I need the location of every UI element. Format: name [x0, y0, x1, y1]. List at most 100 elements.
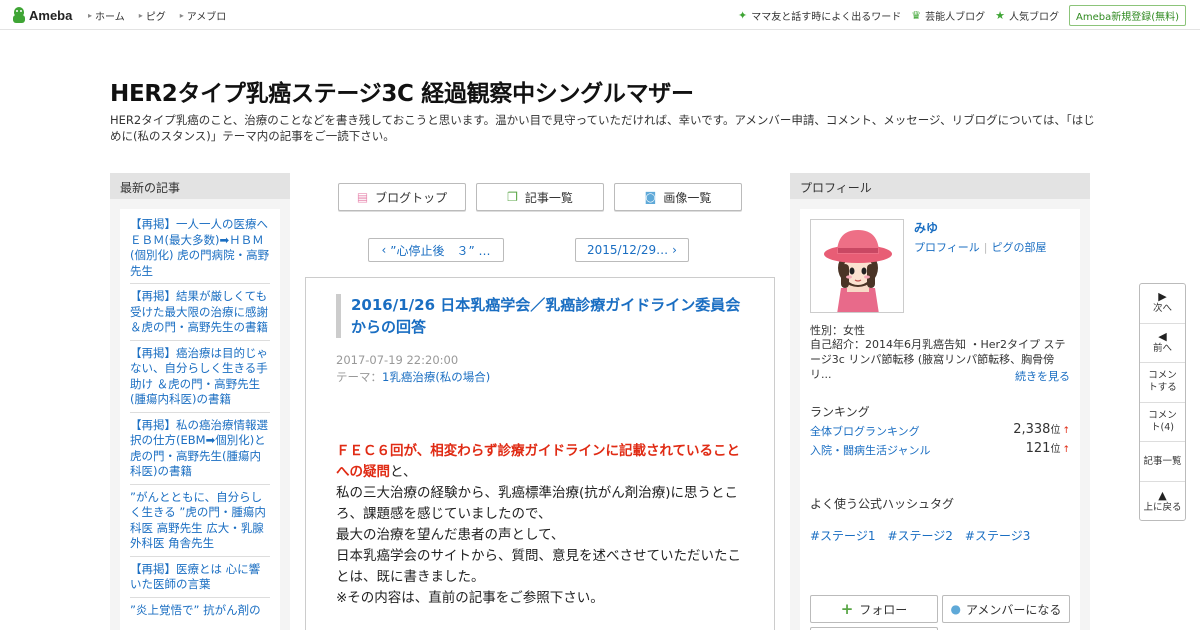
next-button[interactable]: ▶ 次へ [1140, 284, 1185, 324]
article: 2016/1/26 日本乳癌学会／乳癌診療ガイドライン委員会からの回答 2017… [305, 277, 775, 630]
sparkle-icon: ✦ [738, 9, 748, 22]
chat-bubble-icon: ● [950, 602, 962, 616]
article-list-label: 記事一覧 [1143, 455, 1182, 467]
follow-button[interactable]: + フォロー [810, 595, 938, 623]
document-icon: ▤ [356, 190, 369, 204]
recent-posts-panel: 最新の記事 【再掲】一人一人の医療へ ＥＢＭ(最大多数)➡ＨＢＭ(個別化) 虎の… [110, 173, 290, 630]
hashtag-link[interactable]: #ステージ2 [887, 527, 952, 544]
article-paragraph: 日本乳癌学会のサイトから、質問、意見を述べさせていただいたことは、既に書きました… [336, 548, 741, 585]
ranking-unit: 位 [1050, 444, 1061, 455]
hashtag-link[interactable]: #ステージ3 [965, 527, 1030, 544]
next-article-button[interactable]: 2015/12/29… › [575, 238, 689, 262]
floating-nav: ▶ 次へ ◀ 前へ コメントする コメント(4) 記事一覧 ▲ 上に戻る [1139, 283, 1186, 521]
tab-article-list-label: 記事一覧 [524, 190, 573, 205]
chevron-right-icon: › [672, 243, 677, 257]
comment-button[interactable]: コメントする [1140, 363, 1185, 403]
crown-icon: ♛ [911, 9, 922, 22]
plus-icon: + [840, 600, 854, 618]
ranking-row: 入院・闘病生活ジャンル 121位 ↑ [810, 440, 1070, 458]
chevron-left-icon: ‹ [381, 243, 387, 257]
recent-post-link[interactable]: 【再掲】結果が厳しくても受けた最大限の治療に感謝 ＆虎の門・高野先生の書籍 [130, 287, 270, 341]
prev-label: 前へ [1152, 342, 1172, 354]
recent-post-link[interactable]: 【再掲】一人一人の医療へ ＥＢＭ(最大多数)➡ＨＢＭ(個別化) 虎の門病院・高野… [130, 215, 270, 284]
copy-icon: ❐ [507, 190, 518, 204]
blog-description: HER2タイプ乳癌のこと、治療のことなどを書き残しておこうと思います。温かい目で… [110, 113, 1095, 143]
article-list-button[interactable]: 記事一覧 [1140, 442, 1185, 482]
prev-article-button[interactable]: ‹ ”心停止後 ３” … [368, 238, 504, 262]
ranking-number: 121 [1025, 441, 1051, 456]
next-article-label: 2015/12/29… [587, 243, 669, 257]
ranking-heading: ランキング [810, 405, 870, 419]
article-theme-link[interactable]: 1乳癌治療(私の場合) [382, 370, 490, 384]
nav-ameblo[interactable]: アメブロ [180, 8, 227, 23]
blog-tabs: ▤ ブログトップ ❐ 記事一覧 ◙ 画像一覧 [338, 183, 742, 211]
read-more-link[interactable]: 続きを見る [1015, 368, 1070, 384]
follow-label: フォロー [859, 602, 908, 617]
recent-post-link[interactable]: 【再掲】癌治療は目的じゃない、自分らしく生きる手助け ＆虎の門・高野先生(腫瘍内… [130, 344, 270, 413]
trend-word-link[interactable]: ✦ ママ友と話す時によく出るワード [738, 8, 901, 23]
ameba-mascot-icon [12, 7, 26, 23]
hashtag-link[interactable]: #ステージ1 [810, 527, 875, 544]
trend-up-icon: ↑ [1062, 426, 1070, 436]
article-theme: テーマ：1乳癌治療(私の場合) [336, 369, 490, 385]
tab-blog-top-label: ブログトップ [375, 190, 448, 205]
recent-post-link[interactable]: 【再掲】医療とは 心に響いた医師の言葉 [130, 560, 270, 598]
profile-gender: 性別：女性 [810, 324, 865, 337]
hashtag-heading: よく使う公式ハッシュタグ [810, 497, 955, 511]
pigg-room-link[interactable]: ピグの部屋 [992, 241, 1047, 254]
tab-image-list[interactable]: ◙ 画像一覧 [614, 183, 742, 211]
recent-post-link[interactable]: 【再掲】私の癌治療情報選択の仕方(EBM➡個別化)と虎の門・高野先生(腫瘍内科医… [130, 416, 270, 485]
article-theme-prefix: テーマ： [336, 370, 382, 384]
header-right-links: ✦ ママ友と話す時によく出るワード ♛ 芸能人ブログ ★ 人気ブログ Ameba新規登… [738, 5, 1186, 26]
back-to-top-button[interactable]: ▲ 上に戻る [1140, 482, 1185, 522]
amember-label: アメンバーになる [966, 602, 1062, 617]
nav-pigg[interactable]: ピグ [139, 8, 166, 23]
play-right-icon: ▶ [1158, 290, 1167, 304]
article-paragraph: 最大の治療を望んだ患者の声として、 [336, 527, 565, 543]
profile-name[interactable]: みゆ [914, 219, 938, 236]
ameba-logo[interactable]: Ameba [12, 6, 72, 24]
recent-post-link[interactable]: ”がんとともに、自分らしく生きる ”虎の門・腫瘍内科医 高野先生 広大・乳腺外科… [130, 488, 270, 557]
ranking-overall-link[interactable]: 全体ブログランキング [810, 423, 920, 439]
play-left-icon: ◀ [1158, 329, 1167, 343]
article-date: 2017-07-19 22:20:00 [336, 353, 459, 367]
ranking-row: 全体ブログランキング 2,338位 ↑ [810, 421, 1070, 439]
profile-link[interactable]: プロフィール [914, 241, 980, 254]
celebrity-blog-link[interactable]: ♛ 芸能人ブログ [911, 8, 985, 23]
triangle-up-icon: ▲ [1158, 488, 1167, 502]
back-to-top-label: 上に戻る [1143, 501, 1182, 513]
article-highlight-tail: と、 [390, 464, 417, 480]
link-separator: | [983, 241, 988, 254]
comment-count-label: コメント(4) [1148, 410, 1177, 434]
article-paragraph: ※その内容は、直前の記事をご参照下さい。 [336, 590, 604, 606]
global-header: Ameba ホーム ピグ アメブロ ✦ママ友と話す時によく出るワード ♛芸能人ブ… [0, 0, 1200, 30]
article-title[interactable]: 2016/1/26 日本乳癌学会／乳癌診療ガイドライン委員会からの回答 [336, 294, 746, 338]
blog-title[interactable]: HER2タイプ乳癌ステージ3C 経過観察中シングルマザー [110, 74, 694, 108]
star-icon: ★ [995, 9, 1005, 22]
trend-up-icon: ↑ [1062, 445, 1070, 455]
ranking-genre-link[interactable]: 入院・闘病生活ジャンル [810, 442, 930, 458]
tab-image-list-label: 画像一覧 [663, 190, 712, 205]
nav-home[interactable]: ホーム [88, 8, 125, 23]
signup-button[interactable]: Ameba新規登録(無料) [1068, 5, 1186, 26]
profile-heading: プロフィール [790, 173, 1090, 199]
profile-content: みゆ プロフィール | ピグの部屋 性別：女性 自己紹介：2014年6月乳癌告知 ・… [800, 209, 1080, 630]
tab-article-list[interactable]: ❐ 記事一覧 [476, 183, 604, 211]
tab-blog-top[interactable]: ▤ ブログトップ [338, 183, 466, 211]
next-label: 次へ [1152, 303, 1172, 315]
avatar-illustration [811, 220, 903, 312]
amember-button[interactable]: ● アメンバーになる [942, 595, 1070, 623]
comment-label: コメントする [1148, 370, 1177, 394]
recent-post-link[interactable]: ”炎上覚悟で” 抗がん剤の [130, 601, 270, 623]
profile-links: プロフィール | ピグの部屋 [914, 239, 1047, 255]
prev-button[interactable]: ◀ 前へ [1140, 324, 1185, 364]
avatar[interactable] [810, 219, 904, 313]
article-body: ＦＥＣ６回が、相変わらず診療ガイドラインに記載されていることへの疑問と、 私の三… [336, 441, 748, 609]
popular-blog-link[interactable]: ★ 人気ブログ [995, 8, 1059, 23]
celebrity-blog-label: 芸能人ブログ [925, 12, 986, 23]
ranking-value: 121位 ↑ [1026, 440, 1070, 456]
ranking-number: 2,338 [1013, 422, 1051, 437]
camera-icon: ◙ [644, 190, 657, 204]
logo-text: Ameba [29, 7, 73, 23]
comment-count-button[interactable]: コメント(4) [1140, 403, 1185, 443]
